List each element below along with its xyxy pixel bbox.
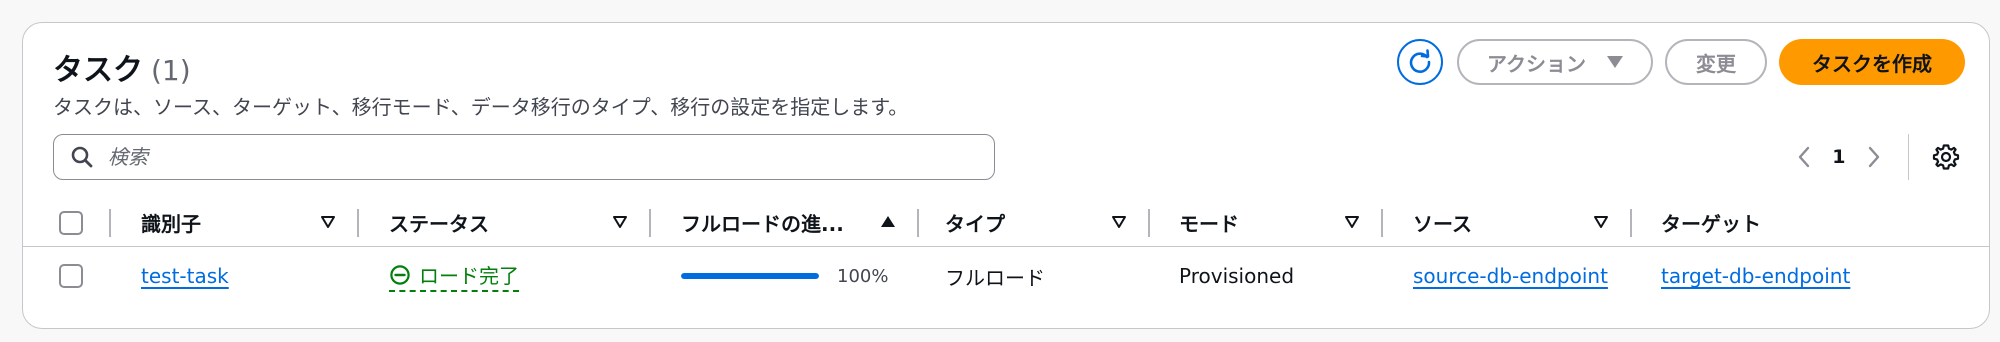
edit-button[interactable]: 変更 xyxy=(1665,39,1767,85)
mode-cell: Provisioned xyxy=(1179,264,1295,288)
status-badge[interactable]: ロード完了 xyxy=(389,260,519,292)
search-field[interactable] xyxy=(53,134,995,180)
pagination-divider xyxy=(1907,134,1909,180)
column-header-type[interactable]: タイプ xyxy=(945,199,1005,245)
type-cell: フルロード xyxy=(945,265,1045,290)
column-header-mode[interactable]: モード xyxy=(1179,199,1239,245)
column-label: フルロードの進... xyxy=(681,211,844,236)
identifier-cell: test-task xyxy=(141,249,229,303)
table-header: 識別子 ステータス フルロードの進... タイプ モード ソース ターゲット xyxy=(23,199,1989,247)
column-separator[interactable] xyxy=(1630,209,1632,237)
column-header-identifier[interactable]: 識別子 xyxy=(141,199,201,245)
actions-label: アクション xyxy=(1487,51,1586,76)
source-cell: source-db-endpoint xyxy=(1413,249,1608,303)
progress-bar xyxy=(681,273,819,279)
column-label: ターゲット xyxy=(1661,211,1761,236)
status-text: ロード完了 xyxy=(419,264,519,288)
column-header-target[interactable]: ターゲット xyxy=(1661,199,1761,245)
column-label: ステータス xyxy=(389,211,489,236)
action-bar: アクション 変更 タスクを作成 xyxy=(1397,39,1965,85)
search-input[interactable] xyxy=(108,145,968,169)
page-description: タスクは、ソース、ターゲット、移行モード、データ移行のタイプ、移行の設定を指定し… xyxy=(53,95,909,119)
select-all-checkbox[interactable] xyxy=(59,211,83,235)
progress-label: 100% xyxy=(837,265,889,287)
create-task-button[interactable]: タスクを作成 xyxy=(1779,39,1965,85)
previous-page-icon[interactable] xyxy=(1788,141,1820,173)
sort-icon[interactable] xyxy=(612,215,628,229)
column-label: タイプ xyxy=(945,211,1005,236)
sort-icon[interactable] xyxy=(1344,215,1360,229)
column-separator xyxy=(109,209,111,237)
gear-icon[interactable] xyxy=(1931,142,1961,172)
sort-icon[interactable] xyxy=(1593,215,1609,229)
column-separator[interactable] xyxy=(357,209,359,237)
status-cell: ロード完了 xyxy=(389,249,519,303)
column-label: ソース xyxy=(1413,211,1472,236)
title-row: タスク (1) xyxy=(53,45,191,89)
next-page-icon[interactable] xyxy=(1858,141,1890,173)
sort-icon[interactable] xyxy=(1111,215,1127,229)
sort-ascending-icon[interactable] xyxy=(880,215,896,229)
progress-cell: 100% xyxy=(681,249,888,303)
column-separator[interactable] xyxy=(917,209,919,237)
refresh-button[interactable] xyxy=(1397,39,1443,85)
refresh-icon xyxy=(1409,49,1431,73)
pagination: 1 xyxy=(1788,131,1961,183)
column-label: モード xyxy=(1179,211,1239,236)
actions-dropdown-button[interactable]: アクション xyxy=(1457,39,1653,85)
search-icon xyxy=(70,144,96,170)
sort-icon[interactable] xyxy=(320,215,336,229)
caret-down-icon xyxy=(1607,56,1623,68)
column-header-source[interactable]: ソース xyxy=(1413,199,1472,245)
table-row: test-task ロード完了 100% フルロード Provisioned s… xyxy=(23,249,1989,303)
status-minus-circle-icon xyxy=(390,264,410,285)
page-number[interactable]: 1 xyxy=(1832,146,1845,168)
progress-bar-fill xyxy=(681,273,819,279)
source-endpoint-link[interactable]: source-db-endpoint xyxy=(1413,264,1608,288)
target-cell: target-db-endpoint xyxy=(1661,249,1850,303)
column-separator[interactable] xyxy=(1381,209,1383,237)
column-header-full-load-progress[interactable]: フルロードの進... xyxy=(681,199,844,245)
target-endpoint-link[interactable]: target-db-endpoint xyxy=(1661,264,1850,288)
column-label: 識別子 xyxy=(141,211,201,236)
column-separator[interactable] xyxy=(1148,209,1150,237)
column-header-status[interactable]: ステータス xyxy=(389,199,489,245)
tasks-panel: タスク (1) タスクは、ソース、ターゲット、移行モード、データ移行のタイプ、移… xyxy=(22,22,1990,329)
task-identifier-link[interactable]: test-task xyxy=(141,264,229,288)
task-count: (1) xyxy=(151,54,191,87)
page-title: タスク xyxy=(53,53,143,88)
row-checkbox[interactable] xyxy=(59,264,83,288)
column-separator[interactable] xyxy=(649,209,651,237)
